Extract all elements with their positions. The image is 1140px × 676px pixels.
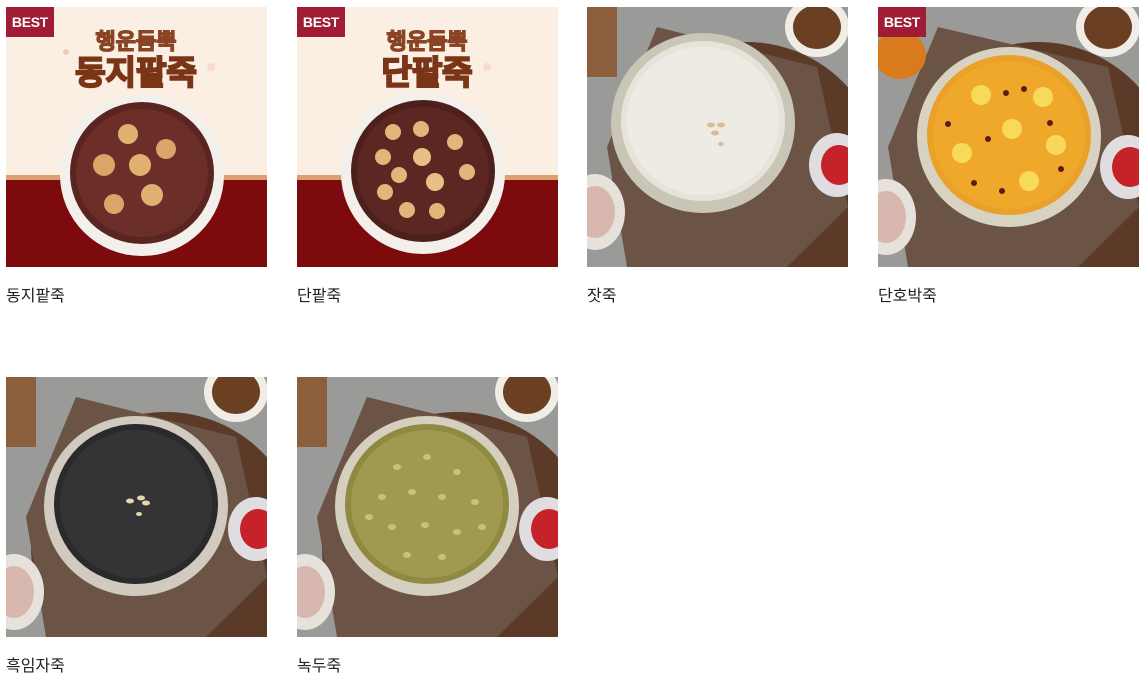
product-name[interactable]: 동지팥죽 (6, 282, 65, 306)
best-badge: BEST (297, 7, 345, 37)
best-badge: BEST (6, 7, 54, 37)
product-name[interactable]: 흑임자죽 (6, 652, 65, 676)
product-image[interactable]: 행운듬뿍 동지팥죽 BEST (6, 7, 267, 267)
product-name[interactable]: 잣죽 (587, 282, 616, 306)
product-name[interactable]: 단팥죽 (297, 282, 341, 306)
product-card[interactable]: 행운듬뿍 단팥죽 BEST 단팥죽 (297, 7, 558, 305)
product-card[interactable]: 잣죽 (587, 7, 848, 305)
product-image[interactable] (297, 377, 558, 637)
product-card[interactable]: 흑임자죽 (6, 377, 267, 675)
product-card[interactable]: 행운듬뿍 동지팥죽 BEST 동지팥죽 (6, 7, 267, 305)
product-name[interactable]: 녹두죽 (297, 652, 341, 676)
product-image[interactable]: BEST (878, 7, 1139, 267)
product-image[interactable] (6, 377, 267, 637)
best-badge: BEST (878, 7, 926, 37)
banner-line2: 동지팥죽 (75, 53, 196, 92)
product-image[interactable]: 행운듬뿍 단팥죽 BEST (297, 7, 558, 267)
banner-line1: 행운듬뿍 (387, 30, 468, 55)
product-card[interactable]: BEST 단호박죽 (878, 7, 1139, 305)
product-image[interactable] (587, 7, 848, 267)
banner-line2: 단팥죽 (381, 53, 472, 92)
product-card[interactable]: 녹두죽 (297, 377, 558, 675)
product-name[interactable]: 단호박죽 (878, 282, 937, 306)
banner-line1: 행운듬뿍 (96, 30, 177, 55)
